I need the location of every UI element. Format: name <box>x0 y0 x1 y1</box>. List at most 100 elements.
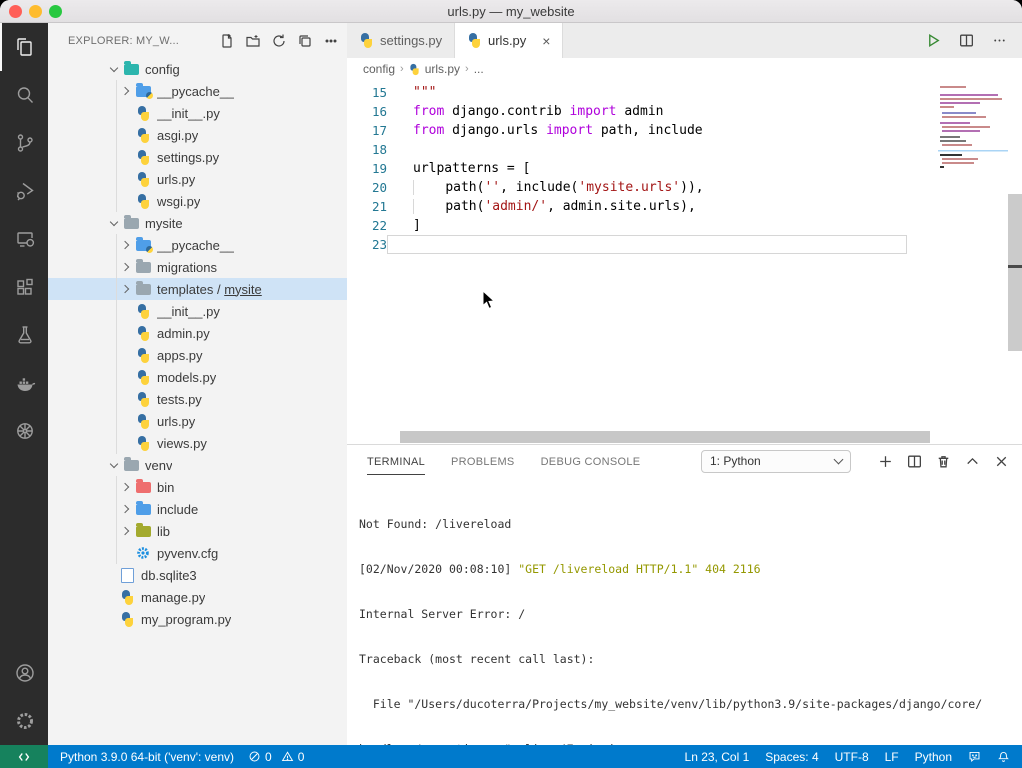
docker-icon[interactable] <box>0 359 48 407</box>
terminal-selector-dropdown[interactable]: 1: Python <box>701 450 851 473</box>
tree-item-views-py[interactable]: views.py <box>48 432 347 454</box>
collapse-folders-icon[interactable] <box>297 33 313 49</box>
python-file-icon <box>136 194 151 209</box>
code-editor[interactable]: 15""" 16from django.contrib import admin… <box>347 80 1022 444</box>
cursor-position-status[interactable]: Ln 23, Col 1 <box>677 745 758 768</box>
python-file-icon <box>120 590 135 605</box>
minimap[interactable] <box>938 82 1008 212</box>
remote-indicator[interactable] <box>0 745 48 768</box>
account-icon[interactable] <box>0 649 48 697</box>
tree-item-migrations[interactable]: migrations <box>48 256 347 278</box>
tab-debug-console[interactable]: DEBUG CONSOLE <box>541 448 641 475</box>
tree-item-include[interactable]: include <box>48 498 347 520</box>
terminal-line: Traceback (most recent call last): <box>359 652 1022 667</box>
tree-item-lib[interactable]: lib <box>48 520 347 542</box>
indentation-status[interactable]: Spaces: 4 <box>757 745 826 768</box>
tree-item-init-py[interactable]: __init__.py <box>48 102 347 124</box>
tree-item-templates-mysite[interactable]: templates / mysite <box>48 278 347 300</box>
tree-item-admin-py[interactable]: admin.py <box>48 322 347 344</box>
run-file-button[interactable] <box>925 32 942 49</box>
settings-gear-icon[interactable] <box>0 697 48 745</box>
notifications-bell-icon[interactable] <box>989 745 1022 768</box>
breadcrumb-symbols[interactable]: ... <box>474 62 484 76</box>
close-panel-icon[interactable] <box>993 453 1010 470</box>
search-icon[interactable] <box>0 71 48 119</box>
tree-item-settings-py[interactable]: settings.py <box>48 146 347 168</box>
maximize-panel-icon[interactable] <box>964 453 981 470</box>
refresh-icon[interactable] <box>271 33 287 49</box>
new-terminal-icon[interactable] <box>877 453 894 470</box>
code-line: 20 path('', include('mysite.urls')), <box>347 178 1022 197</box>
breadcrumb-config[interactable]: config <box>363 62 395 76</box>
tab-terminal[interactable]: TERMINAL <box>367 448 425 475</box>
minimize-window-button[interactable] <box>29 5 42 18</box>
python-file-icon <box>136 414 151 429</box>
problems-status[interactable]: 0 0 <box>241 745 311 768</box>
feedback-icon[interactable] <box>960 745 989 768</box>
python-file-icon <box>136 326 151 341</box>
tab-settings-py[interactable]: settings.py <box>347 23 455 58</box>
folder-icon <box>124 218 139 229</box>
tree-item-urls-py[interactable]: urls.py <box>48 168 347 190</box>
python-file-icon <box>136 392 151 407</box>
folder-icon <box>124 64 139 75</box>
tree-item-pyvenv-cfg[interactable]: pyvenv.cfg <box>48 542 347 564</box>
kill-terminal-icon[interactable] <box>935 453 952 470</box>
chevron-down-icon <box>834 455 844 465</box>
include-folder-icon <box>136 504 151 515</box>
breadcrumb: config › urls.py › ... <box>347 58 1022 80</box>
code-line: 22] <box>347 216 1022 235</box>
window-title: urls.py — my_website <box>0 4 1022 19</box>
tree-item-bin[interactable]: bin <box>48 476 347 498</box>
split-editor-icon[interactable] <box>958 32 975 49</box>
python-interpreter-status[interactable]: Python 3.9.0 64-bit ('venv': venv) <box>48 745 241 768</box>
run-debug-icon[interactable] <box>0 167 48 215</box>
explorer-icon[interactable] <box>0 23 48 71</box>
tab-urls-py[interactable]: urls.py × <box>455 23 563 58</box>
python-file-icon <box>136 304 151 319</box>
tree-item-pycache[interactable]: __pycache__ <box>48 234 347 256</box>
tree-item-urls-py[interactable]: urls.py <box>48 410 347 432</box>
kubernetes-icon[interactable] <box>0 407 48 455</box>
close-window-button[interactable] <box>9 5 22 18</box>
bin-folder-icon <box>136 482 151 493</box>
breadcrumb-urls-py[interactable]: urls.py <box>425 62 460 76</box>
python-file-icon <box>136 370 151 385</box>
tree-item-apps-py[interactable]: apps.py <box>48 344 347 366</box>
python-file-icon <box>467 33 482 48</box>
python-file-icon <box>359 33 374 48</box>
extensions-icon[interactable] <box>0 263 48 311</box>
tree-item-manage-py[interactable]: manage.py <box>48 586 347 608</box>
tree-item-models-py[interactable]: models.py <box>48 366 347 388</box>
code-line: 16from django.contrib import admin <box>347 102 1022 121</box>
tree-item-mysite[interactable]: mysite <box>48 212 347 234</box>
more-actions-icon[interactable] <box>991 32 1008 49</box>
vertical-scrollbar[interactable] <box>1008 194 1022 351</box>
new-file-icon[interactable] <box>219 33 235 49</box>
tree-item-db-sqlite3[interactable]: db.sqlite3 <box>48 564 347 586</box>
close-tab-icon[interactable]: × <box>542 34 550 48</box>
eol-status[interactable]: LF <box>877 745 907 768</box>
tree-item-venv[interactable]: venv <box>48 454 347 476</box>
zoom-window-button[interactable] <box>49 5 62 18</box>
tree-item-my-program-py[interactable]: my_program.py <box>48 608 347 630</box>
python-file-icon <box>409 63 420 74</box>
split-terminal-icon[interactable] <box>906 453 923 470</box>
tree-item-asgi-py[interactable]: asgi.py <box>48 124 347 146</box>
source-control-icon[interactable] <box>0 119 48 167</box>
more-actions-icon[interactable] <box>323 33 339 49</box>
new-folder-icon[interactable] <box>245 33 261 49</box>
tab-problems[interactable]: PROBLEMS <box>451 448 515 475</box>
tree-item-wsgi-py[interactable]: wsgi.py <box>48 190 347 212</box>
tree-item-tests-py[interactable]: tests.py <box>48 388 347 410</box>
remote-explorer-icon[interactable] <box>0 215 48 263</box>
language-mode-status[interactable]: Python <box>907 745 960 768</box>
python-file-icon <box>136 348 151 363</box>
testing-flask-icon[interactable] <box>0 311 48 359</box>
tree-item-init-py[interactable]: __init__.py <box>48 300 347 322</box>
explorer-sidebar: EXPLORER: MY_W... config __pycache__ __i… <box>48 23 347 745</box>
encoding-status[interactable]: UTF-8 <box>827 745 877 768</box>
tree-item-pycache[interactable]: __pycache__ <box>48 80 347 102</box>
tree-item-config[interactable]: config <box>48 58 347 80</box>
horizontal-scrollbar[interactable] <box>400 431 930 443</box>
